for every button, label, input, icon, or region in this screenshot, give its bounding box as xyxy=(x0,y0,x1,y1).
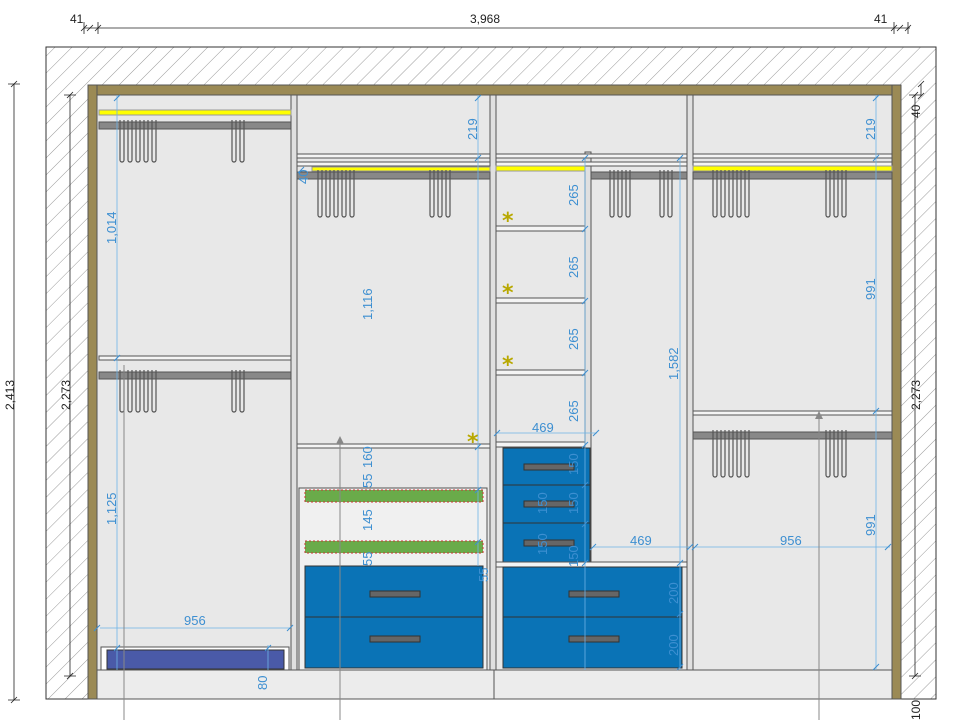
dim-right-top-gap: 40 xyxy=(909,104,923,118)
dim-left-inner-height: 2,273 xyxy=(59,380,73,410)
dim-sec3-drawer-4: 150 xyxy=(535,533,550,555)
dim-sec2-gap-145: 145 xyxy=(360,509,375,531)
pull-out-tray xyxy=(106,649,285,670)
marker-star: * xyxy=(467,430,479,455)
dim-sec4-top-gap: 219 xyxy=(863,118,878,140)
dim-sec2-hang-height: 1,116 xyxy=(360,288,375,320)
dim-sec4-upper-height: 991 xyxy=(863,278,878,300)
dim-top-left-wall: 41 xyxy=(70,12,84,26)
shoe-shelf xyxy=(304,540,484,554)
dim-sec2-gap-55a: 55 xyxy=(360,474,375,488)
dim-sec3-shelf-2: 265 xyxy=(566,256,581,278)
dim-sec3-shelf-3: 265 xyxy=(566,328,581,350)
marker-star: * xyxy=(502,209,514,234)
dim-top-total-width: 3,968 xyxy=(470,12,500,26)
dim-sec3-shelf-4: 265 xyxy=(566,400,581,422)
dim-sec1-lower-height: 1,125 xyxy=(104,492,119,525)
marker-star: * xyxy=(502,281,514,306)
dim-right-inner-height: 2,273 xyxy=(909,380,923,410)
dim-sec1-tray-height: 80 xyxy=(255,676,270,690)
dim-sec3-drawer-1: 150 xyxy=(566,453,581,475)
dim-right-bottom-gap: 100 xyxy=(909,700,923,720)
dim-sec3-big-drawer-2: 200 xyxy=(666,634,681,656)
dim-sec2-gap-55b: 55 xyxy=(360,552,375,566)
dim-sec2-gap-160: 160 xyxy=(360,446,375,468)
dim-sec1-upper-height: 1,014 xyxy=(104,211,119,244)
wardrobe-elevation-drawing: * * * * 41 3,968 41 2,413 2,273 2,273 40… xyxy=(3,12,937,720)
dim-sec4-inner-width: 956 xyxy=(780,533,802,548)
dim-sec3-right-height: 1,582 xyxy=(666,347,681,380)
dim-left-total-height: 2,413 xyxy=(3,380,17,410)
shelf xyxy=(495,441,586,448)
shoe-shelf xyxy=(304,489,484,503)
dim-sec3-big-drawer-1: 200 xyxy=(666,582,681,604)
hanging-rail xyxy=(692,171,893,180)
dim-sec4-lower-height: 991 xyxy=(863,514,878,536)
dim-sec3-inner-width: 469 xyxy=(532,420,554,435)
dim-sec2-top-gap: 219 xyxy=(465,118,480,140)
dim-sec3-drawer-3: 150 xyxy=(566,492,581,514)
dim-sec1-inner-width: 956 xyxy=(184,613,206,628)
dim-sec2-gap-55c: 55 xyxy=(476,568,491,582)
dim-top-right-wall: 41 xyxy=(874,12,888,26)
marker-star: * xyxy=(502,353,514,378)
hanging-rail xyxy=(692,431,893,440)
dim-sec2-rail-gap: 40 xyxy=(296,170,311,184)
dim-sec3-drawer-2: 150 xyxy=(535,492,550,514)
dim-sec3-right-width: 469 xyxy=(630,533,652,548)
dim-sec3-drawer-5: 150 xyxy=(566,545,581,567)
dim-sec3-shelf-1: 265 xyxy=(566,184,581,206)
